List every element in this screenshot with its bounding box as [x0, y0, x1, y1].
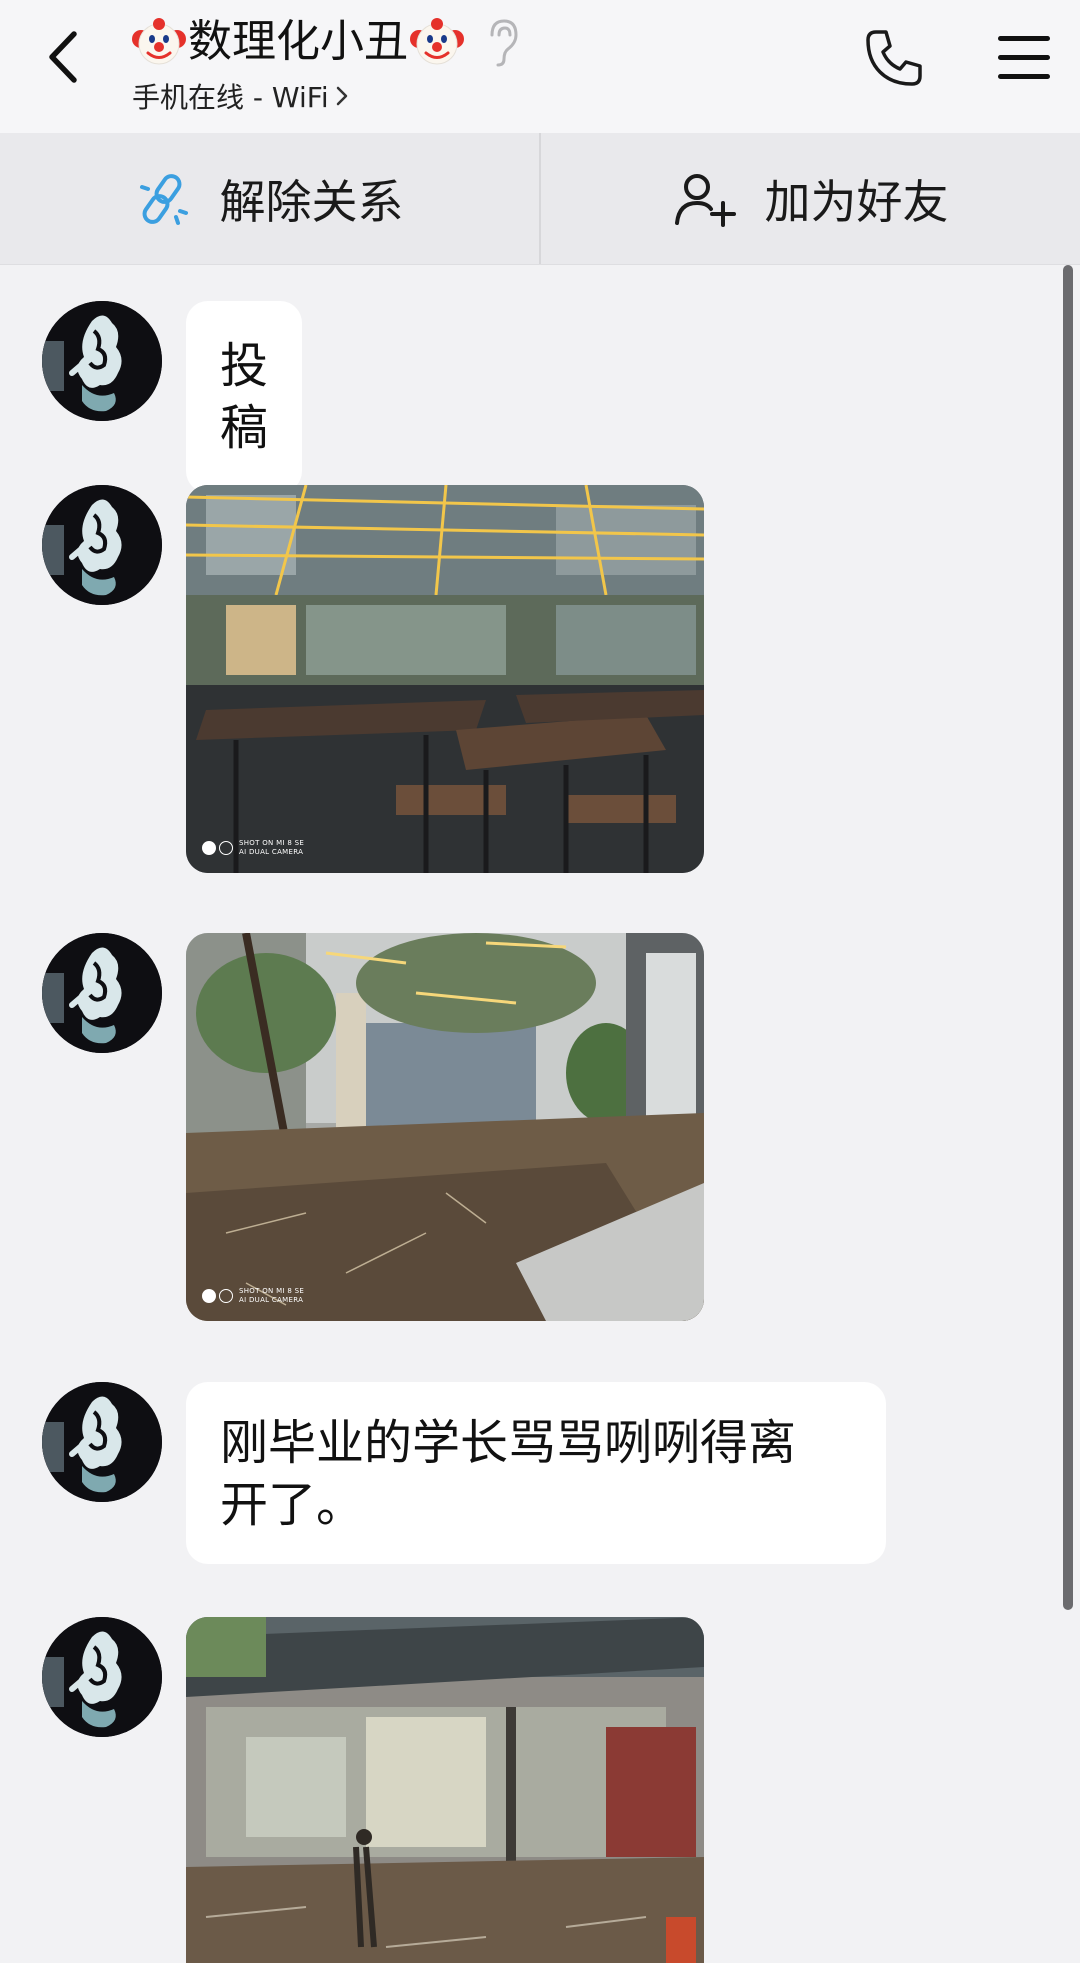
add-friend-label: 加为好友: [764, 174, 949, 229]
link-broken-icon: [139, 173, 188, 225]
more-menu-button[interactable]: [994, 30, 1054, 86]
text-message-bubble[interactable]: 刚毕业的学长骂骂咧咧得离 开了。: [186, 1382, 886, 1564]
unlink-relationship-button[interactable]: 解除关系: [0, 133, 539, 264]
image-message[interactable]: SHOT ON MI 8 SE AI DUAL CAMERA: [186, 485, 704, 873]
camera-watermark: SHOT ON MI 8 SE AI DUAL CAMERA: [202, 1287, 304, 1305]
call-button[interactable]: [862, 26, 926, 90]
clown-face-icon: [132, 18, 186, 65]
image-message[interactable]: SHOT ON MI 8 SE AI DUAL CAMERA: [186, 933, 704, 1321]
storefront-photo: [186, 1617, 704, 1963]
sender-avatar[interactable]: [42, 1617, 162, 1737]
online-status[interactable]: 手机在线 - WiFi: [132, 76, 524, 116]
relationship-action-bar: 解除关系 加为好友: [0, 133, 1080, 265]
camera-watermark: SHOT ON MI 8 SE AI DUAL CAMERA: [202, 839, 304, 857]
back-button[interactable]: [36, 22, 96, 92]
sender-avatar[interactable]: [42, 1382, 162, 1502]
phone-icon: [866, 30, 922, 86]
image-message[interactable]: [186, 1617, 704, 1963]
contact-name: 数理化小丑: [188, 16, 408, 67]
sender-avatar[interactable]: [42, 301, 162, 421]
message-list[interactable]: 投稿 SHOT ON MI 8 SE AI DUAL CAMERA SHOT O…: [0, 265, 1080, 1963]
sender-avatar[interactable]: [42, 933, 162, 1053]
sender-avatar[interactable]: [42, 485, 162, 605]
add-friend-button[interactable]: 加为好友: [541, 133, 1080, 264]
watermark-line: AI DUAL CAMERA: [239, 848, 304, 856]
chevron-left-icon: [49, 31, 77, 83]
add-user-icon: [674, 173, 736, 227]
restaurant-interior-photo: [186, 485, 704, 873]
clown-face-icon: [410, 18, 464, 65]
scrollbar[interactable]: [1063, 265, 1073, 1610]
watermark-line: SHOT ON MI 8 SE: [239, 1287, 305, 1295]
online-status-text: 手机在线 - WiFi: [132, 81, 329, 114]
watermark-line: AI DUAL CAMERA: [239, 1296, 304, 1304]
text-message-bubble[interactable]: 投稿: [186, 301, 303, 493]
street-view-photo: [186, 933, 704, 1321]
contact-title: 数理化小丑: [132, 10, 524, 74]
hamburger-menu-icon: [998, 36, 1050, 79]
contact-info[interactable]: 数理化小丑 手机在线 - WiFi: [132, 10, 524, 116]
unlink-relationship-label: 解除关系: [219, 174, 404, 229]
chevron-right-icon: [336, 86, 347, 106]
chat-header: 数理化小丑 手机在线 - WiFi: [0, 0, 1080, 134]
ear-icon: [490, 19, 518, 67]
watermark-line: SHOT ON MI 8 SE: [239, 839, 305, 847]
